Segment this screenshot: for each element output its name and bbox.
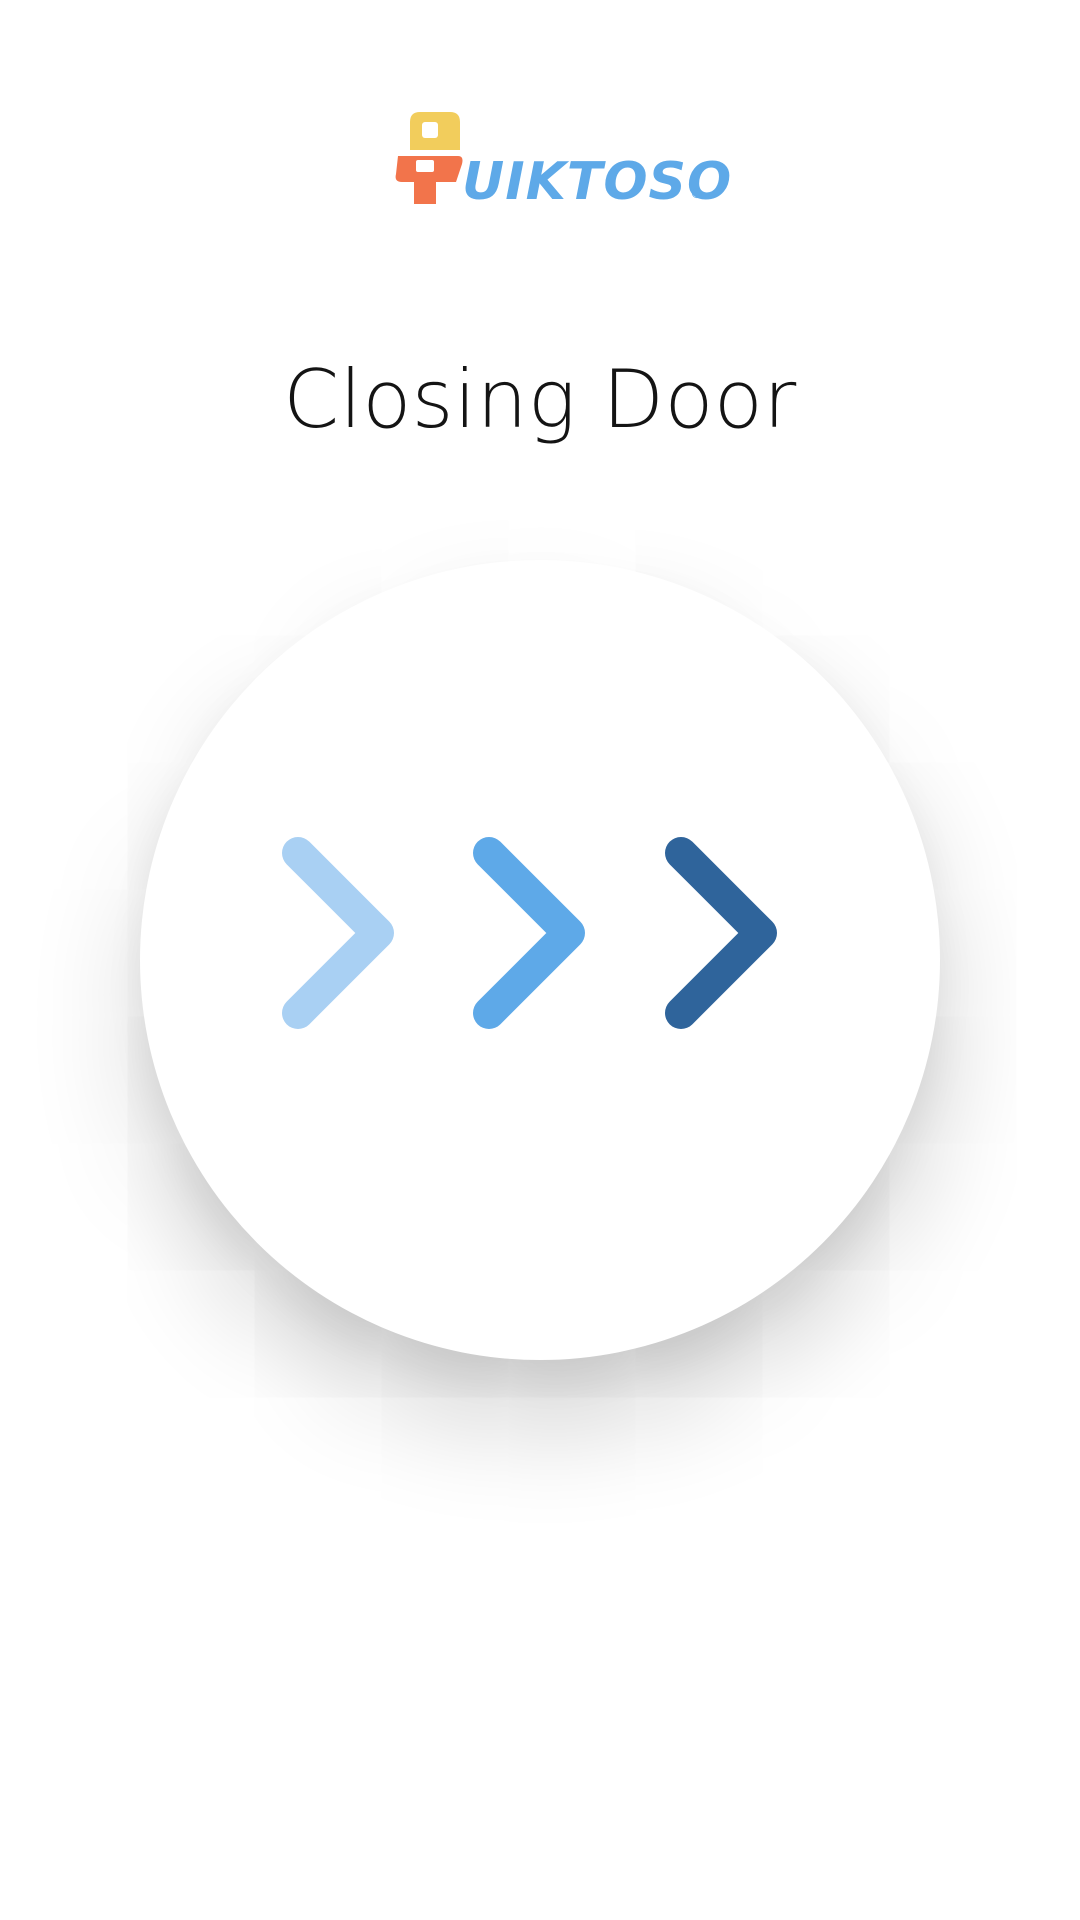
registered-mark: ® — [690, 186, 704, 202]
chevron-right-icon — [473, 837, 585, 1029]
logo-mark-icon — [395, 112, 463, 204]
chevron-right-icon — [665, 837, 777, 1029]
brand-logo: UIKTOSO ® — [392, 108, 731, 208]
chevron-group — [140, 560, 940, 1360]
chevron-right-icon — [282, 837, 394, 1029]
page-title: Closing Door — [283, 353, 797, 446]
